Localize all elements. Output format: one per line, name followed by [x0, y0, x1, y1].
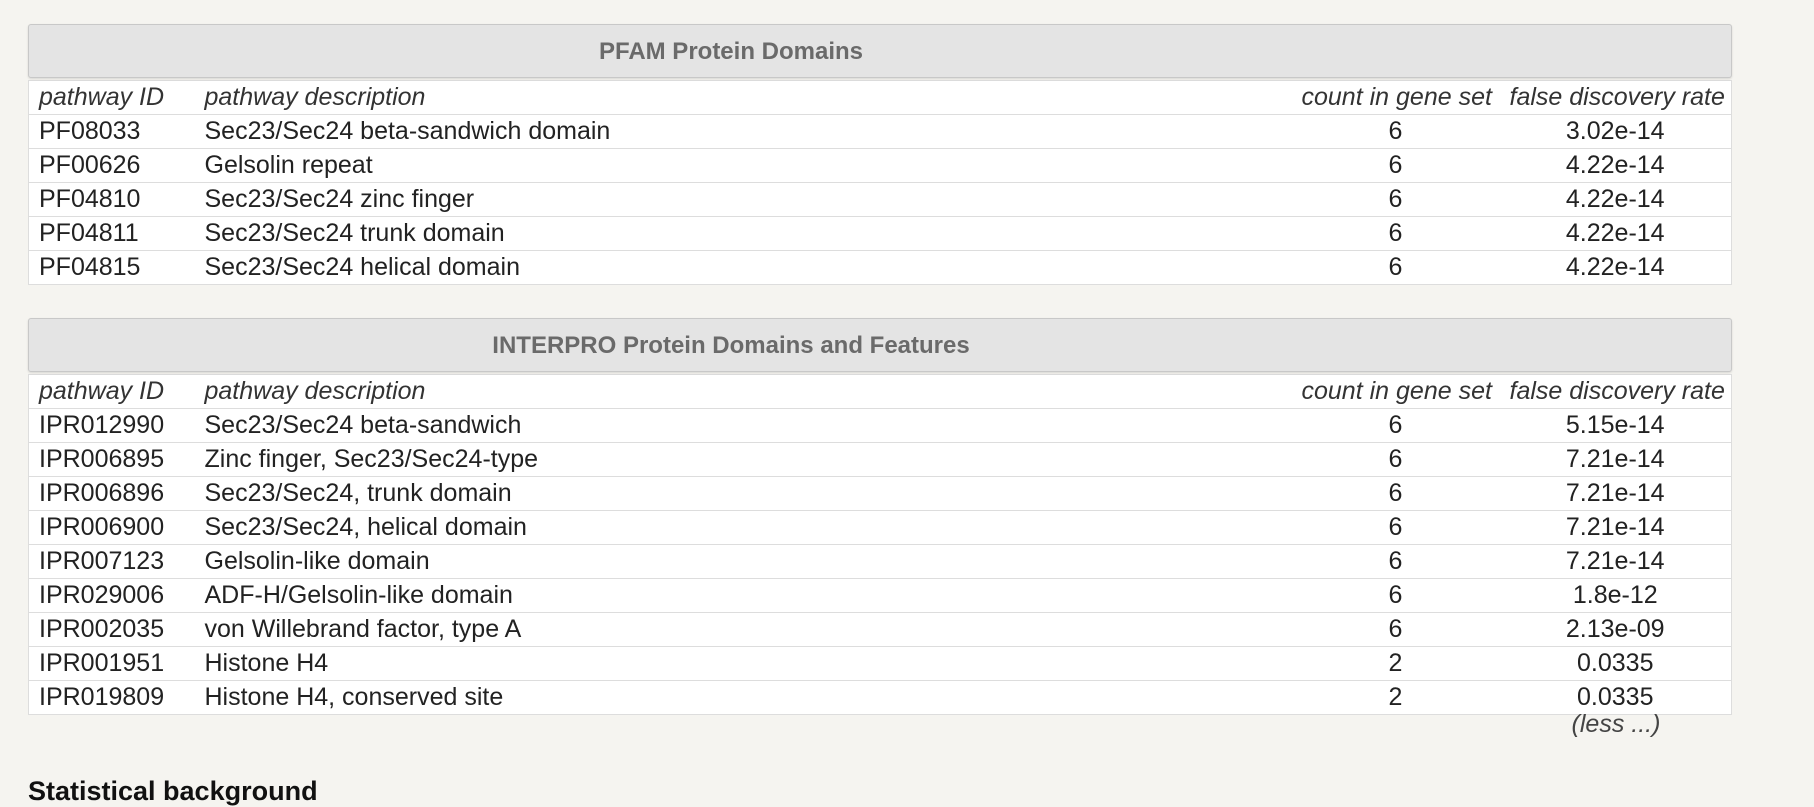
- pfam-panel: PFAM Protein Domains pathway ID pathway …: [28, 24, 1732, 285]
- interpro-panel-header: INTERPRO Protein Domains and Features: [28, 318, 1732, 372]
- table-row: IPR019809 Histone H4, conserved site 2 0.03…: [28, 680, 1732, 715]
- interpro-table-body: IPR012990 Sec23/Sec24 beta-sandwich 6 5.15e…: [28, 408, 1732, 715]
- pathway-description-cell: Histone H4, conserved site: [194, 680, 1292, 715]
- pathway-id-link[interactable]: IPR029006: [28, 578, 195, 613]
- count-cell: 6: [1291, 216, 1500, 251]
- table-row: PF08033 Sec23/Sec24 beta-sandwich domain 6…: [28, 114, 1732, 149]
- count-cell: 6: [1291, 250, 1500, 285]
- fdr-cell: 7.21e-14: [1499, 510, 1732, 545]
- interpro-table: pathway ID pathway description count in …: [28, 374, 1732, 715]
- pathway-id-link[interactable]: IPR012990: [28, 408, 195, 443]
- pfam-panel-title: PFAM Protein Domains: [598, 38, 864, 65]
- pathway-id-link[interactable]: PF04815: [28, 250, 195, 285]
- pathway-description-cell: Sec23/Sec24, helical domain: [194, 510, 1292, 545]
- fdr-cell: 4.22e-14: [1499, 216, 1732, 251]
- pathway-id-link[interactable]: PF08033: [28, 114, 195, 149]
- count-cell: 2: [1291, 680, 1500, 715]
- count-cell: 6: [1291, 578, 1500, 613]
- header-false-discovery-rate[interactable]: false discovery rate: [1499, 374, 1732, 409]
- fdr-cell: 4.22e-14: [1499, 182, 1732, 217]
- table-row: PF00626 Gelsolin repeat 6 4.22e-14: [28, 148, 1732, 183]
- count-cell: 6: [1291, 408, 1500, 443]
- pfam-header-row: pathway ID pathway description count in …: [28, 80, 1732, 115]
- table-row: PF04811 Sec23/Sec24 trunk domain 6 4.22e-14: [28, 216, 1732, 251]
- less-link[interactable]: (less ...): [1500, 710, 1732, 739]
- interpro-panel: INTERPRO Protein Domains and Features pa…: [28, 318, 1732, 738]
- fdr-cell: 4.22e-14: [1499, 148, 1732, 183]
- fdr-cell: 5.15e-14: [1499, 408, 1732, 443]
- interpro-panel-title: INTERPRO Protein Domains and Features: [492, 332, 970, 359]
- fdr-cell: 7.21e-14: [1499, 544, 1732, 579]
- pathway-id-link[interactable]: PF04810: [28, 182, 195, 217]
- count-cell: 6: [1291, 114, 1500, 149]
- count-cell: 6: [1291, 148, 1500, 183]
- count-cell: 6: [1291, 182, 1500, 217]
- table-row: PF04810 Sec23/Sec24 zinc finger 6 4.22e-14: [28, 182, 1732, 217]
- header-false-discovery-rate[interactable]: false discovery rate: [1499, 80, 1732, 115]
- count-cell: 6: [1291, 476, 1500, 511]
- pfam-table-body: PF08033 Sec23/Sec24 beta-sandwich domain 6…: [28, 114, 1732, 285]
- pathway-description-cell: Sec23/Sec24 beta-sandwich domain: [194, 114, 1292, 149]
- pathway-id-link[interactable]: PF04811: [28, 216, 195, 251]
- pfam-table: pathway ID pathway description count in …: [28, 80, 1732, 285]
- fdr-cell: 2.13e-09: [1499, 612, 1732, 647]
- pathway-description-cell: Zinc finger, Sec23/Sec24-type: [194, 442, 1292, 477]
- pathway-description-cell: ADF-H/Gelsolin-like domain: [194, 578, 1292, 613]
- pathway-description-cell: von Willebrand factor, type A: [194, 612, 1292, 647]
- header-pathway-description[interactable]: pathway description: [194, 374, 1292, 409]
- table-row: IPR006895 Zinc finger, Sec23/Sec24-type 6 7…: [28, 442, 1732, 477]
- pathway-description-cell: Gelsolin repeat: [194, 148, 1292, 183]
- table-row: IPR007123 Gelsolin-like domain 6 7.21e-14: [28, 544, 1732, 579]
- header-pathway-description[interactable]: pathway description: [194, 80, 1292, 115]
- header-count-in-gene-set[interactable]: count in gene set: [1291, 374, 1500, 409]
- pathway-description-cell: Sec23/Sec24 helical domain: [194, 250, 1292, 285]
- table-row: IPR001951 Histone H4 2 0.0335: [28, 646, 1732, 681]
- count-cell: 6: [1291, 510, 1500, 545]
- pathway-description-cell: Sec23/Sec24 beta-sandwich: [194, 408, 1292, 443]
- table-row: IPR002035 von Willebrand factor, type A62…: [28, 612, 1732, 647]
- header-pathway-id[interactable]: pathway ID: [28, 80, 195, 115]
- statistical-background-heading: Statistical background: [28, 776, 318, 806]
- fdr-cell: 7.21e-14: [1499, 476, 1732, 511]
- pathway-id-link[interactable]: IPR006896: [28, 476, 195, 511]
- pathway-description-cell: Sec23/Sec24 trunk domain: [194, 216, 1292, 251]
- pathway-id-link[interactable]: IPR001951: [28, 646, 195, 681]
- fdr-cell: 7.21e-14: [1499, 442, 1732, 477]
- pathway-id-link[interactable]: IPR006900: [28, 510, 195, 545]
- fdr-cell: 4.22e-14: [1499, 250, 1732, 285]
- pathway-id-link[interactable]: IPR007123: [28, 544, 195, 579]
- count-cell: 6: [1291, 544, 1500, 579]
- pfam-panel-header: PFAM Protein Domains: [28, 24, 1732, 78]
- fdr-cell: 1.8e-12: [1499, 578, 1732, 613]
- count-cell: 2: [1291, 646, 1500, 681]
- fdr-cell: 3.02e-14: [1499, 114, 1732, 149]
- table-row: IPR006900 Sec23/Sec24, helical domain 6 7.2…: [28, 510, 1732, 545]
- pathway-id-link[interactable]: IPR002035: [28, 612, 195, 647]
- pathway-description-cell: Sec23/Sec24, trunk domain: [194, 476, 1292, 511]
- table-row: IPR006896 Sec23/Sec24, trunk domain 6 7.21e…: [28, 476, 1732, 511]
- count-cell: 6: [1291, 612, 1500, 647]
- table-row: PF04815 Sec23/Sec24 helical domain 6 4.22e-…: [28, 250, 1732, 285]
- table-row: IPR012990 Sec23/Sec24 beta-sandwich 6 5.15e…: [28, 408, 1732, 443]
- pathway-description-cell: Histone H4: [194, 646, 1292, 681]
- header-count-in-gene-set[interactable]: count in gene set: [1291, 80, 1500, 115]
- table-row: IPR029006 ADF-H/Gelsolin-like domain 6 1.8e…: [28, 578, 1732, 613]
- pathway-id-link[interactable]: IPR019809: [28, 680, 195, 715]
- count-cell: 6: [1291, 442, 1500, 477]
- pathway-description-cell: Sec23/Sec24 zinc finger: [194, 182, 1292, 217]
- header-pathway-id[interactable]: pathway ID: [28, 374, 195, 409]
- fdr-cell: 0.0335: [1499, 646, 1732, 681]
- interpro-header-row: pathway ID pathway description count in …: [28, 374, 1732, 409]
- pathway-id-link[interactable]: PF00626: [28, 148, 195, 183]
- pathway-description-cell: Gelsolin-like domain: [194, 544, 1292, 579]
- pathway-id-link[interactable]: IPR006895: [28, 442, 195, 477]
